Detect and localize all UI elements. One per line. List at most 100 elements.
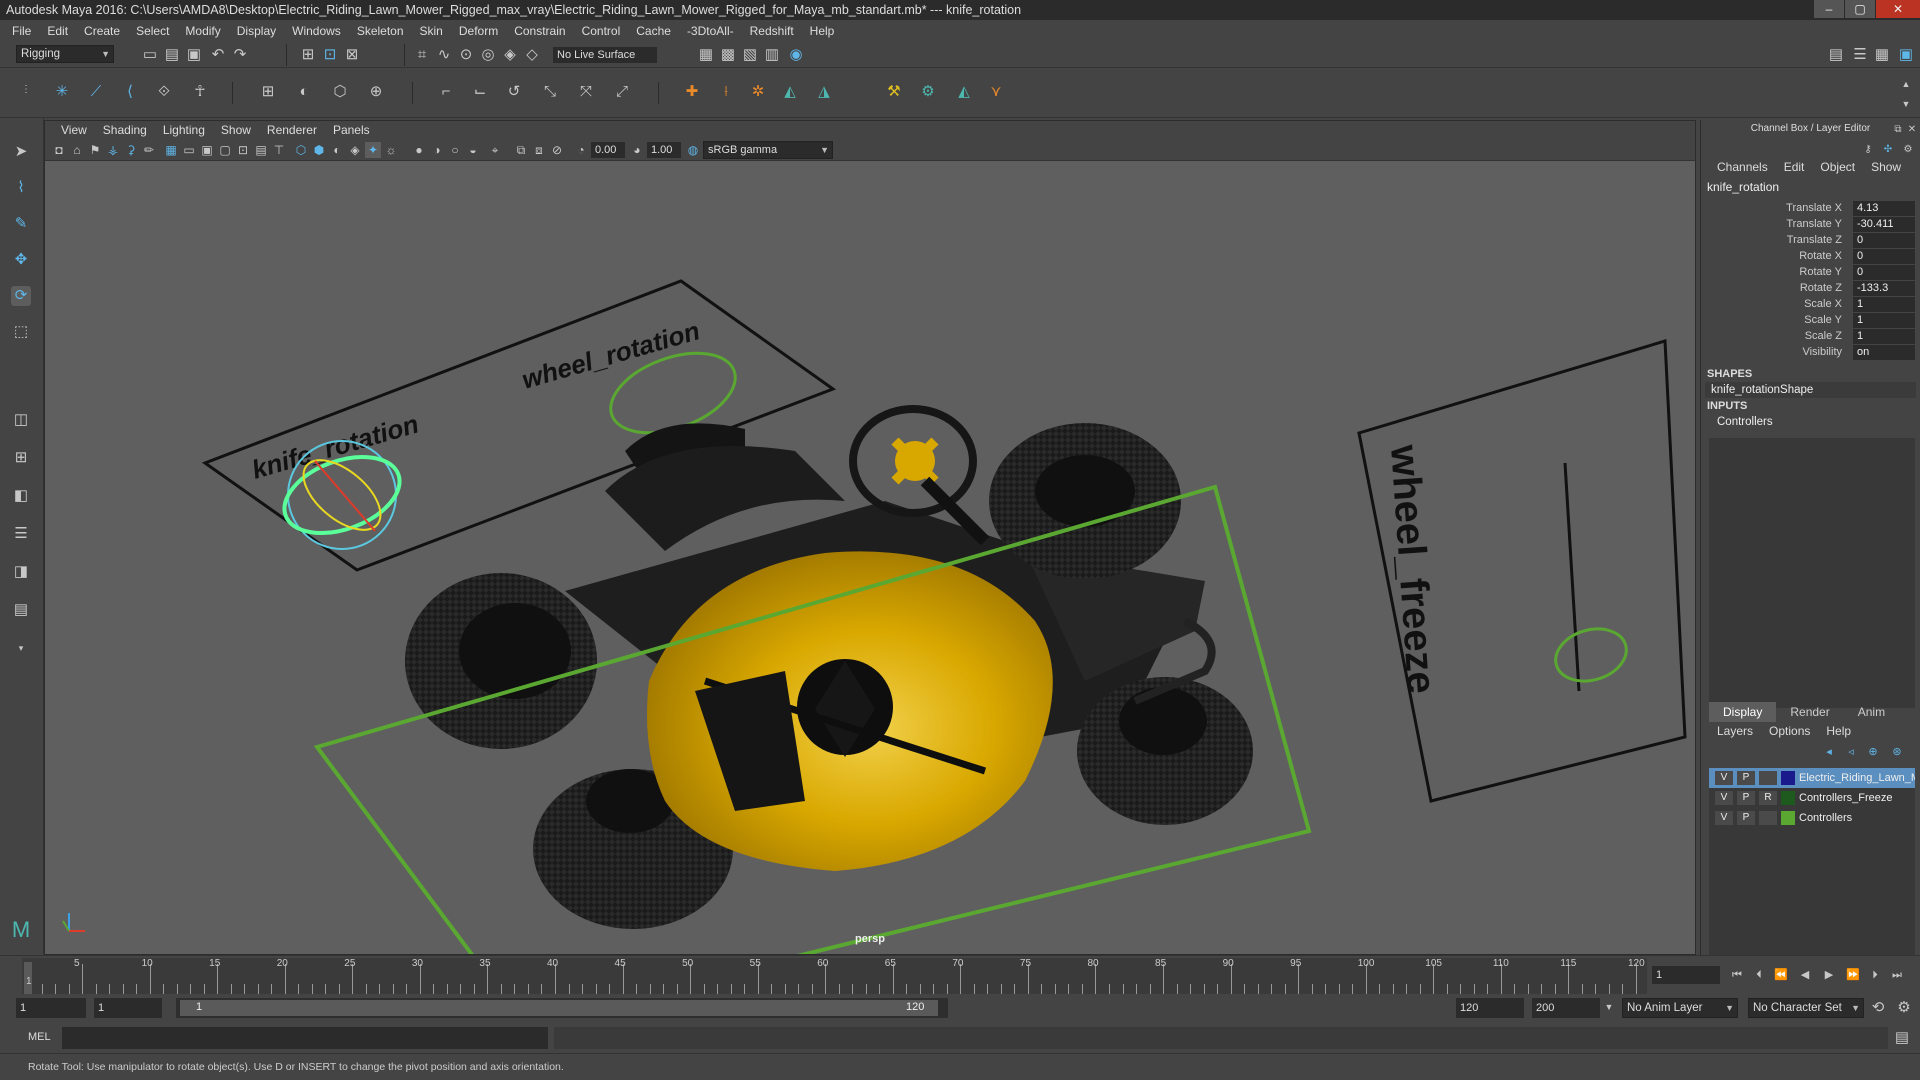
menu-constrain[interactable]: Constrain: [506, 24, 573, 38]
xray-active-icon[interactable]: ⊘: [549, 142, 565, 158]
channel-value[interactable]: 0: [1853, 265, 1915, 280]
mash-network-icon[interactable]: ◮: [814, 82, 834, 102]
menu-display[interactable]: Display: [229, 24, 284, 38]
snap-view-icon[interactable]: ◎: [478, 45, 498, 65]
cb-menu-show[interactable]: Show: [1863, 160, 1909, 178]
layer-display-type-toggle[interactable]: [1759, 771, 1777, 785]
safe-title-icon[interactable]: ⊤: [271, 142, 287, 158]
channel-scale-z[interactable]: Scale Z1: [1701, 328, 1920, 344]
render-settings-icon[interactable]: ▥: [762, 45, 782, 65]
command-input[interactable]: [62, 1027, 548, 1049]
cb-menu-edit[interactable]: Edit: [1776, 160, 1813, 178]
step-back-key-icon[interactable]: ⏴: [1750, 965, 1768, 985]
v-shape-icon[interactable]: ⋎: [986, 82, 1006, 102]
wireframe-on-shaded-icon[interactable]: ◐: [329, 142, 345, 158]
channel-value[interactable]: 1: [1853, 329, 1915, 344]
channel-value[interactable]: -30.411: [1853, 217, 1915, 232]
render-view-icon[interactable]: ▦: [696, 45, 716, 65]
play-backward-icon[interactable]: ◀: [1796, 965, 1814, 985]
wireframe-icon[interactable]: ⬡: [293, 142, 309, 158]
2d-pan-icon[interactable]: ⚳: [123, 142, 139, 158]
vp-menu-view[interactable]: View: [53, 123, 95, 137]
film-gate-icon[interactable]: ▭: [181, 142, 197, 158]
aim-constraint-icon[interactable]: ⌙: [470, 82, 490, 102]
paint-select-tool-icon[interactable]: ✎: [11, 214, 31, 234]
ik-handle-icon[interactable]: ⟋: [86, 82, 106, 102]
menu-select[interactable]: Select: [128, 24, 177, 38]
script-editor-icon[interactable]: ▤: [1892, 1028, 1912, 1048]
orient-constraint-icon[interactable]: ↺: [504, 82, 524, 102]
motion-blur-icon[interactable]: ◑: [429, 142, 445, 158]
side-by-side-layout-icon[interactable]: ◧: [11, 486, 31, 506]
layer-name[interactable]: Controllers_Freeze: [1799, 791, 1915, 805]
exposure-icon[interactable]: ◔: [573, 142, 589, 158]
parent-constraint-icon[interactable]: ⤧: [576, 82, 596, 102]
select-component-icon[interactable]: ⊠: [342, 45, 362, 65]
menu-file[interactable]: File: [4, 24, 39, 38]
cb-menu-channels[interactable]: Channels: [1709, 160, 1776, 178]
view-transform-dropdown[interactable]: sRGB gamma ▼: [703, 141, 833, 159]
snap-surface-icon[interactable]: ◈: [500, 45, 520, 65]
save-scene-icon[interactable]: ▣: [184, 45, 204, 65]
snap-grid-icon[interactable]: ⌗: [412, 45, 432, 65]
shelf-scroll-up-icon[interactable]: ▲: [1896, 74, 1916, 94]
locator-icon[interactable]: ✚: [682, 82, 702, 102]
layer-color-swatch[interactable]: [1781, 771, 1795, 785]
snap-curve-icon[interactable]: ∿: [434, 45, 454, 65]
menu-control[interactable]: Control: [574, 24, 629, 38]
le-menu-options[interactable]: Options: [1761, 724, 1818, 738]
input-node-item[interactable]: Controllers: [1701, 414, 1920, 430]
menu-modify[interactable]: Modify: [177, 24, 228, 38]
hypershade-icon[interactable]: ◉: [786, 45, 806, 65]
cluster-icon[interactable]: ⊕: [366, 82, 386, 102]
menu-windows[interactable]: Windows: [284, 24, 349, 38]
layer-display-type-toggle[interactable]: R: [1759, 791, 1777, 805]
range-slider-track[interactable]: 1 120: [176, 998, 948, 1018]
vp-menu-shading[interactable]: Shading: [95, 123, 155, 137]
scene-view[interactable]: knife_rotation wheel_rotation wheel_free…: [45, 161, 1696, 955]
le-menu-help[interactable]: Help: [1818, 724, 1859, 738]
humanik-icon[interactable]: ☥: [190, 82, 210, 102]
menuset-dropdown[interactable]: Rigging ▼: [16, 45, 114, 63]
time-slider-track[interactable]: [22, 958, 1647, 994]
ipr-render-icon[interactable]: ▧: [740, 45, 760, 65]
layer-visibility-toggle[interactable]: V: [1715, 811, 1733, 825]
gate-mask-icon[interactable]: ▢: [217, 142, 233, 158]
anti-aliasing-icon[interactable]: ○: [447, 142, 463, 158]
channel-value[interactable]: -133.3: [1853, 281, 1915, 296]
character-set-dropdown[interactable]: No Character Set ▼: [1748, 998, 1864, 1018]
scale-tool-icon[interactable]: ⬚: [11, 322, 31, 342]
redo-icon[interactable]: ↷: [230, 45, 250, 65]
modeling-toolkit-icon[interactable]: ▤: [1826, 45, 1846, 65]
manipulator-icon[interactable]: ✣: [1881, 140, 1895, 160]
channel-value[interactable]: 4.13: [1853, 201, 1915, 216]
auto-key-icon[interactable]: ⟲: [1868, 998, 1888, 1018]
wheel-freeze-control[interactable]: [1550, 621, 1633, 689]
center-pivot-icon[interactable]: ⚙: [918, 82, 938, 102]
select-hierarchy-icon[interactable]: ⊞: [298, 45, 318, 65]
lawn-mower-model[interactable]: [405, 405, 1253, 929]
new-scene-icon[interactable]: ▭: [140, 45, 160, 65]
open-scene-icon[interactable]: ▤: [162, 45, 182, 65]
cb-menu-object[interactable]: Object: [1812, 160, 1863, 178]
move-layer-down-icon[interactable]: ◃: [1843, 742, 1859, 762]
viewport-panel[interactable]: View Shading Lighting Show Renderer Pane…: [44, 120, 1696, 955]
chevron-down-icon[interactable]: ▼: [1602, 997, 1616, 1017]
resolution-gate-icon[interactable]: ▣: [199, 142, 215, 158]
mirror-joint-icon[interactable]: ⟐: [154, 82, 174, 102]
layer-color-swatch[interactable]: [1781, 811, 1795, 825]
vp-menu-lighting[interactable]: Lighting: [155, 123, 213, 137]
layer-name[interactable]: Electric_Riding_Lawn_Mower: [1799, 771, 1915, 785]
menu-help[interactable]: Help: [802, 24, 843, 38]
channel-rotate-y[interactable]: Rotate Y0: [1701, 264, 1920, 280]
textured-icon[interactable]: ◈: [347, 142, 363, 158]
layer-name[interactable]: Controllers: [1799, 811, 1915, 825]
mash-icon[interactable]: ◭: [780, 82, 800, 102]
channel-translate-x[interactable]: Translate X 4.13: [1701, 200, 1920, 216]
step-back-frame-icon[interactable]: ⏪: [1772, 965, 1790, 985]
float-panel-icon[interactable]: ⧉: [1891, 120, 1905, 140]
cluster-handle-icon[interactable]: ✲: [748, 82, 768, 102]
play-forward-icon[interactable]: ▶: [1820, 965, 1838, 985]
channel-box-icon[interactable]: ▣: [1896, 45, 1916, 65]
channel-value[interactable]: 0: [1853, 233, 1915, 248]
